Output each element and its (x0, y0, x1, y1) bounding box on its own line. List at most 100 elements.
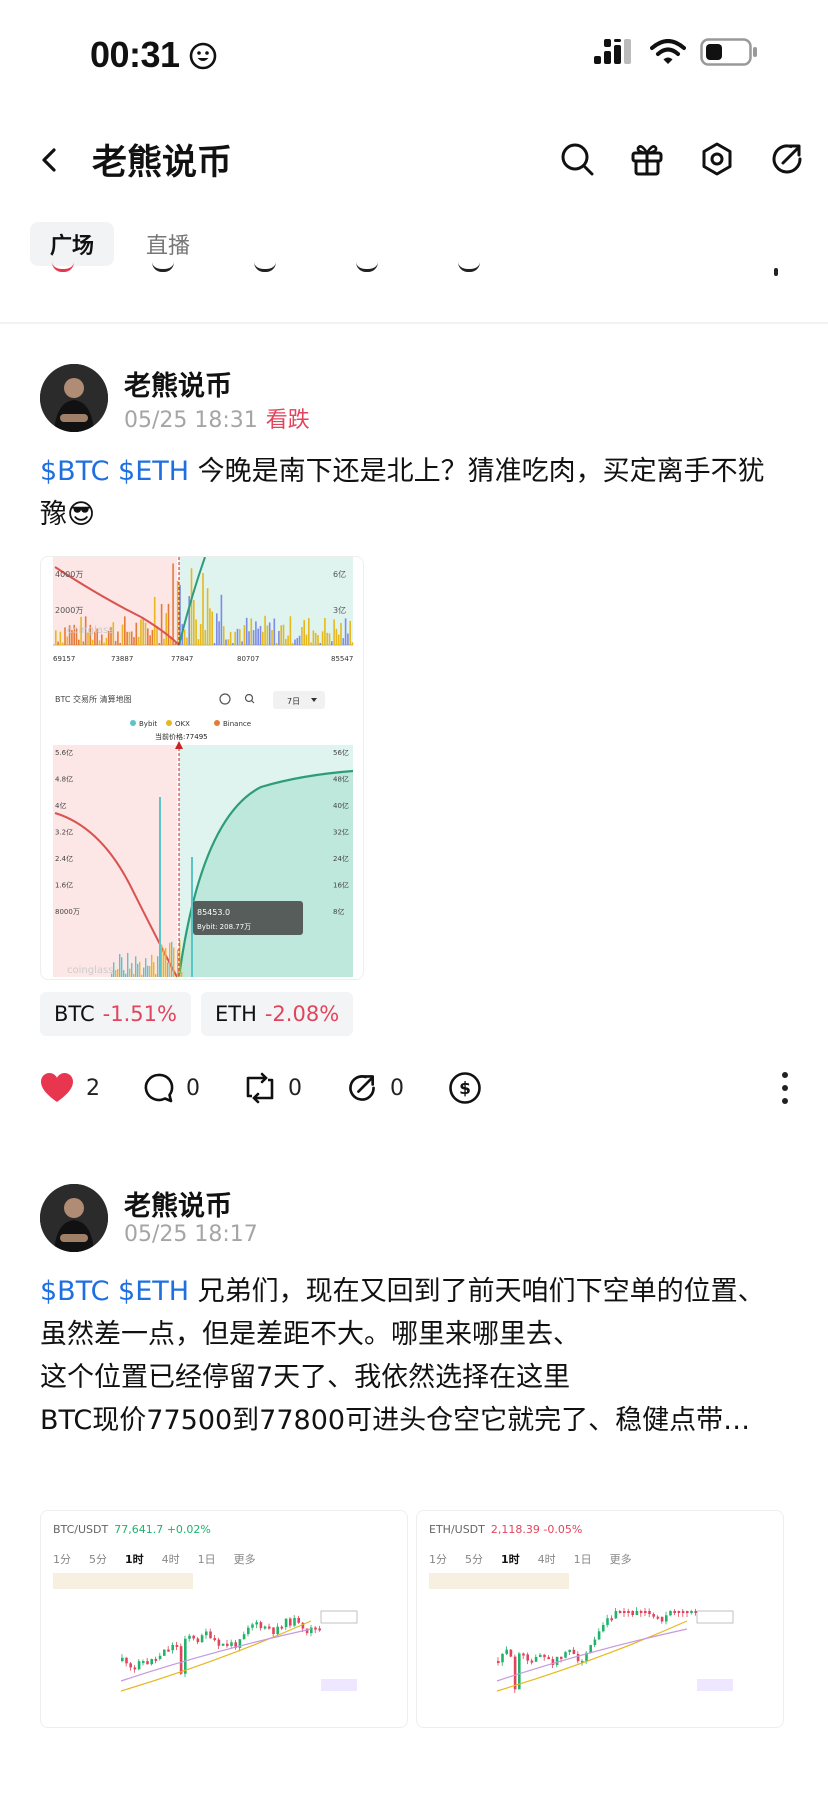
candle (652, 1614, 655, 1617)
gift-button[interactable] (624, 136, 670, 182)
smiley-icon (189, 42, 217, 70)
liquidation-bar (59, 631, 62, 645)
post-image-liquidation-map[interactable]: 4000万 2000万 6亿 3亿 coinglass 69157 73887 … (40, 556, 364, 980)
tip-button[interactable]: $ (448, 1071, 550, 1105)
ticker-links[interactable]: $BTC $ETH (40, 1276, 189, 1307)
liquidation-bar (227, 639, 230, 645)
axis-label: 56亿 (333, 748, 349, 757)
post-text[interactable]: $BTC $ETH 兄弟们，现在又回到了前天咱们下空单的位置、 虽然差一点，但是… (40, 1270, 790, 1442)
liquidation-bar (296, 638, 299, 645)
axis-label: 5.6亿 (55, 748, 73, 757)
post-meta: 05/25 18:31 看跌 (124, 402, 310, 434)
liquidation-bar (183, 629, 186, 645)
avatar[interactable] (40, 364, 108, 432)
candle (289, 1618, 292, 1626)
liquidation-bar (55, 630, 57, 645)
liquidation-bar (317, 635, 319, 645)
ticker-links[interactable]: $BTC $ETH (40, 456, 189, 487)
heart-icon (41, 1073, 73, 1102)
liquidation-bar (250, 618, 253, 645)
back-button[interactable] (30, 140, 70, 180)
candle (526, 1654, 529, 1661)
avatar[interactable] (40, 1184, 108, 1252)
coin-change: -1.51% (102, 1002, 177, 1026)
candle (530, 1660, 534, 1663)
liquidation-bar (127, 952, 129, 977)
liquidation-bar (236, 628, 239, 645)
comment-button[interactable]: 0 (142, 1072, 244, 1104)
liquidation-bar (165, 948, 167, 977)
liquidation-bar (130, 631, 133, 645)
repost-button[interactable]: 0 (244, 1072, 346, 1104)
post-image-btc-kline[interactable]: BTC/USDT 77,641.7 +0.02% 1分 5分 1时 4时 1日 更多 (40, 1510, 408, 1728)
candle (259, 1622, 263, 1629)
liquidation-bar (294, 639, 296, 645)
settings-button[interactable] (694, 136, 740, 182)
search-button[interactable] (554, 136, 600, 182)
more-options-button[interactable] (780, 1072, 790, 1104)
coin-chip-btc[interactable]: BTC -1.51% (40, 992, 191, 1036)
liquidation-bar (169, 942, 171, 977)
top-x-label: 73887 (111, 655, 133, 663)
liquidation-bar (186, 637, 188, 645)
range-select: 7日 (287, 697, 300, 706)
axis-label: 40亿 (333, 801, 349, 810)
axis-label: 8000万 (55, 908, 80, 916)
coin-symbol: ETH (214, 1002, 257, 1026)
candle (213, 1638, 216, 1641)
liquidation-bar (202, 573, 204, 645)
liquidation-bar (137, 636, 140, 645)
candle (635, 1611, 639, 1616)
liquidation-bar (289, 616, 292, 645)
author-name[interactable]: 老熊说币 (124, 364, 232, 403)
candle (568, 1649, 571, 1653)
post-time: 05/25 18:31 (124, 408, 258, 433)
tab-square[interactable]: 广场 (30, 222, 115, 266)
liquidation-bar (147, 628, 149, 645)
candle (534, 1656, 538, 1662)
liquidation-bar (195, 619, 197, 645)
status-time: 00:31 (90, 34, 217, 76)
candle (171, 1644, 174, 1651)
liquidation-bar (156, 626, 158, 645)
post-text[interactable]: $BTC $ETH 今晚是南下还是北上？猜准吃肉，买定离手不犹豫😎 (40, 450, 790, 536)
share-button[interactable] (764, 136, 810, 182)
liquidation-bar (321, 631, 324, 645)
liquidation-bar (209, 608, 211, 645)
axis-label: 8亿 (333, 907, 344, 916)
liquidation-chart: 4000万 2000万 6亿 3亿 coinglass 69157 73887 … (53, 557, 354, 978)
candle (179, 1646, 183, 1674)
tab-live[interactable]: 直播 (126, 222, 210, 266)
share-post-button[interactable]: 0 (346, 1072, 448, 1104)
price-tag (697, 1679, 733, 1691)
liquidation-bar (139, 961, 141, 977)
post-image-eth-kline[interactable]: ETH/USDT 2,118.39 -0.05% 1分 5分 1时 4时 1日 更多 (416, 1510, 784, 1728)
candle (226, 1643, 229, 1646)
liquidation-bar (163, 949, 165, 977)
candle (158, 1655, 162, 1660)
coin-change: -2.08% (264, 1002, 340, 1026)
liquidation-bar (308, 618, 310, 645)
like-button[interactable]: 2 (40, 1072, 142, 1104)
post-images: BTC/USDT 77,641.7 +0.02% 1分 5分 1时 4时 1日 更多 ETH… (40, 1510, 784, 1728)
liquidation-bar (282, 624, 285, 645)
chevron-left-icon (42, 148, 56, 172)
author-name[interactable]: 老熊说币 (124, 1184, 232, 1223)
candle (602, 1624, 605, 1632)
liquidation-bar (135, 956, 137, 977)
candle (217, 1639, 221, 1646)
candle (263, 1626, 267, 1629)
candle (690, 1611, 693, 1613)
top-x-label: 77847 (171, 655, 193, 663)
price-tag (696, 1610, 734, 1624)
liquidation-bar (125, 973, 127, 977)
candle (293, 1617, 296, 1626)
liquidation-bar (140, 619, 142, 645)
candle (284, 1618, 288, 1628)
scrolled-action-row (0, 262, 828, 282)
candle (221, 1643, 225, 1646)
candle (627, 1611, 630, 1613)
coin-chip-eth[interactable]: ETH -2.08% (200, 992, 354, 1036)
axis-label: 24亿 (333, 854, 349, 863)
top-y-label: 2000万 (55, 606, 83, 615)
